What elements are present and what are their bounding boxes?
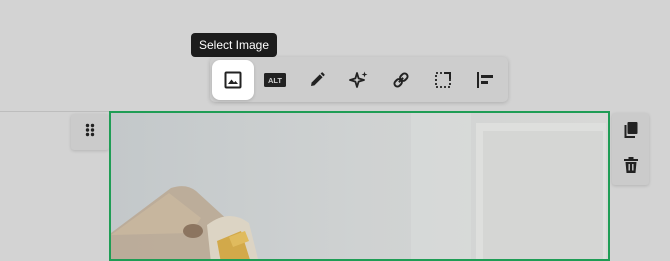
link-button[interactable] — [380, 60, 422, 100]
ai-generate-button[interactable] — [338, 60, 380, 100]
block-side-actions — [612, 113, 649, 185]
drag-dots-icon — [85, 123, 95, 142]
selected-image-block[interactable] — [109, 111, 610, 261]
align-button[interactable] — [464, 60, 506, 100]
image-toolbar: ALT — [210, 57, 508, 102]
edit-button[interactable] — [296, 60, 338, 100]
tooltip: Select Image — [191, 33, 277, 57]
pencil-icon — [308, 71, 326, 89]
image-icon — [224, 71, 242, 89]
delete-button[interactable] — [612, 149, 649, 185]
select-image-button[interactable] — [212, 60, 254, 100]
alt-text-button[interactable]: ALT — [254, 60, 296, 100]
copy-icon — [623, 121, 639, 144]
trash-icon — [623, 156, 638, 178]
align-left-icon — [475, 70, 495, 90]
block-drag-handle[interactable] — [71, 114, 109, 150]
svg-text:ALT: ALT — [268, 76, 282, 85]
link-icon — [391, 70, 411, 90]
crop-button[interactable] — [422, 60, 464, 100]
crop-icon — [434, 71, 452, 89]
sparkles-icon — [349, 70, 369, 90]
image-preview — [111, 113, 608, 259]
block-divider — [0, 111, 110, 112]
alt-text-icon: ALT — [264, 73, 286, 87]
duplicate-button[interactable] — [612, 114, 649, 150]
